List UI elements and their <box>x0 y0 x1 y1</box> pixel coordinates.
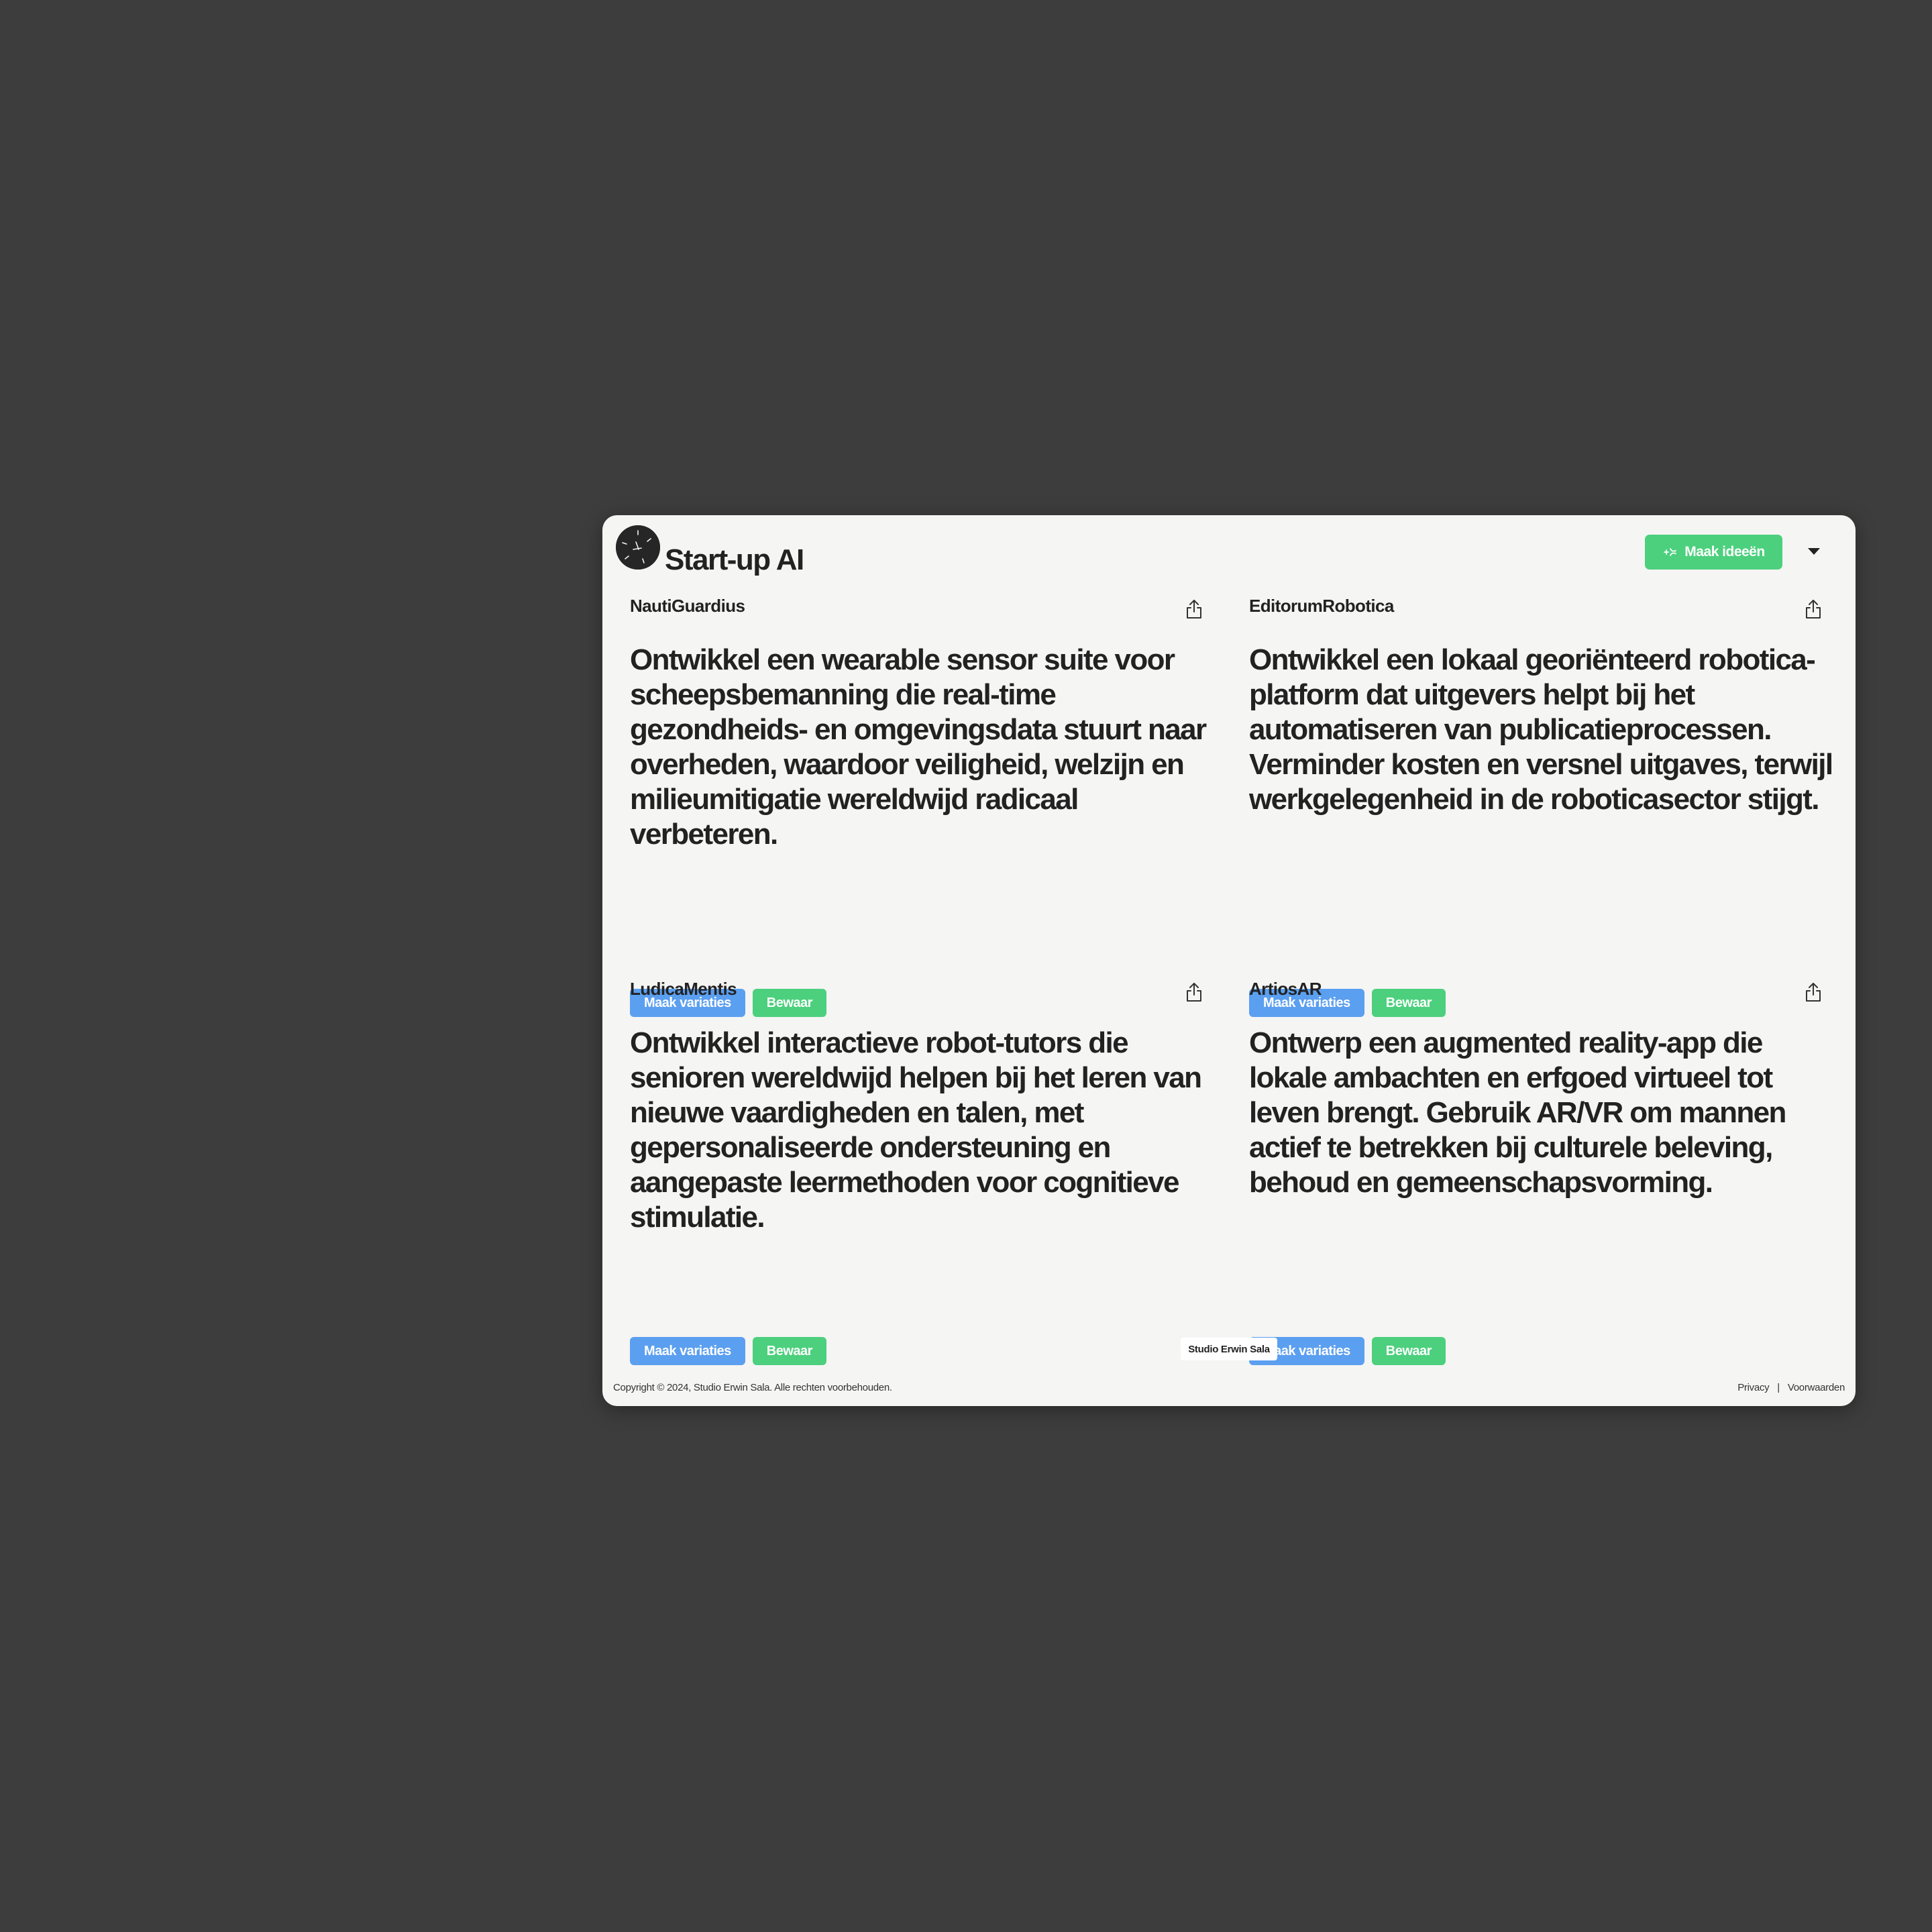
idea-card: EditorumRobotica Ontwikkel een lokaal ge… <box>1249 596 1833 1017</box>
make-ideas-label: Maak ideeën <box>1684 544 1765 559</box>
idea-card: NautiGuardius Ontwikkel een wearable sen… <box>630 596 1207 1017</box>
card-title: LudicaMentis <box>630 979 737 999</box>
share-icon[interactable] <box>1803 981 1823 1003</box>
card-title: ArtiosAR <box>1249 979 1322 999</box>
card-actions: Maak variaties Bewaar <box>1249 1337 1446 1365</box>
card-title: EditorumRobotica <box>1249 596 1394 616</box>
app-title: Start-up AI <box>665 543 804 576</box>
privacy-link[interactable]: Privacy <box>1737 1382 1769 1393</box>
caret-down-icon[interactable] <box>1805 542 1823 561</box>
save-button[interactable]: Bewaar <box>1371 1337 1446 1365</box>
app-window: Start-up AI Maak ideeën NautiGuardius On… <box>602 515 1856 1406</box>
idea-description: Ontwikkel interactieve robot-tutors die … <box>630 1026 1202 1234</box>
share-icon[interactable] <box>1803 598 1823 620</box>
card-title: NautiGuardius <box>630 596 745 616</box>
sparkle-icon <box>1664 548 1677 556</box>
copyright-text: Copyright © 2024, Studio Erwin Sala. All… <box>613 1382 892 1393</box>
idea-description: Ontwikkel een wearable sensor suite voor… <box>630 643 1207 851</box>
studio-link[interactable]: Studio Erwin Sala <box>1181 1338 1277 1360</box>
terms-link[interactable]: Voorwaarden <box>1788 1382 1845 1393</box>
make-variations-button[interactable]: Maak variaties <box>630 1337 745 1365</box>
idea-description: Ontwikkel een lokaal georiënteerd roboti… <box>1249 643 1833 816</box>
save-button[interactable]: Bewaar <box>752 1337 826 1365</box>
logo-icon <box>616 525 660 570</box>
idea-description: Ontwerp een augmented reality-app die lo… <box>1249 1026 1786 1199</box>
make-ideas-button[interactable]: Maak ideeën <box>1645 535 1782 570</box>
share-icon[interactable] <box>1184 598 1204 620</box>
share-icon[interactable] <box>1184 981 1204 1003</box>
footer-links: Privacy | Voorwaarden <box>1737 1382 1845 1393</box>
idea-card: ArtiosAR Ontwerp een augmented reality-a… <box>1249 979 1826 1365</box>
footer-separator: | <box>1777 1382 1780 1393</box>
card-actions: Maak variaties Bewaar <box>630 1337 826 1365</box>
idea-card: LudicaMentis Ontwikkel interactieve robo… <box>630 979 1207 1365</box>
